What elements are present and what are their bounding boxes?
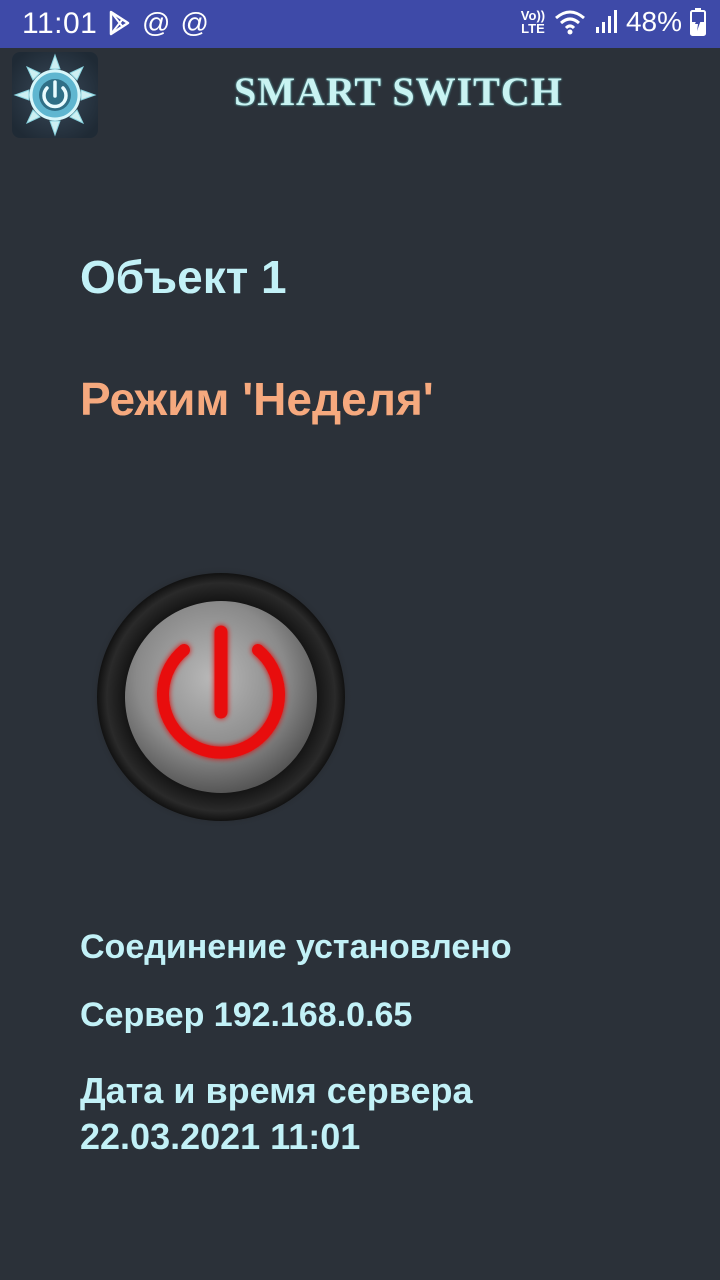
- notification-icons: @ @: [108, 8, 209, 38]
- wifi-icon: [554, 10, 585, 35]
- system-icons: Vo)) LTE 48%: [520, 6, 706, 38]
- signal-icon: [595, 10, 617, 33]
- battery-percent: 48%: [625, 6, 682, 37]
- connection-status: Соединение установлено: [80, 928, 512, 966]
- mode-label: Режим 'Неделя': [80, 373, 434, 425]
- status-bar: 11:01 @ @ Vo)) LTE 48%: [0, 0, 720, 48]
- battery-charging-icon: [690, 8, 706, 36]
- volte-icon: Vo)) LTE: [520, 8, 546, 36]
- server-datetime-value: 22.03.2021 11:01: [80, 1116, 361, 1157]
- power-button[interactable]: [86, 566, 356, 828]
- status-time: 11:01: [22, 7, 98, 40]
- at-sign-icon: @: [142, 7, 171, 38]
- server-datetime-label: Дата и время сервера: [80, 1070, 473, 1111]
- sun-power-logo-icon[interactable]: [12, 52, 98, 138]
- app-title: SMART SWITCH: [234, 69, 563, 114]
- at-sign-icon: @: [180, 7, 209, 38]
- object-name: Объект 1: [80, 251, 287, 303]
- play-store-icon: [109, 10, 130, 36]
- server-address: Сервер 192.168.0.65: [80, 996, 413, 1034]
